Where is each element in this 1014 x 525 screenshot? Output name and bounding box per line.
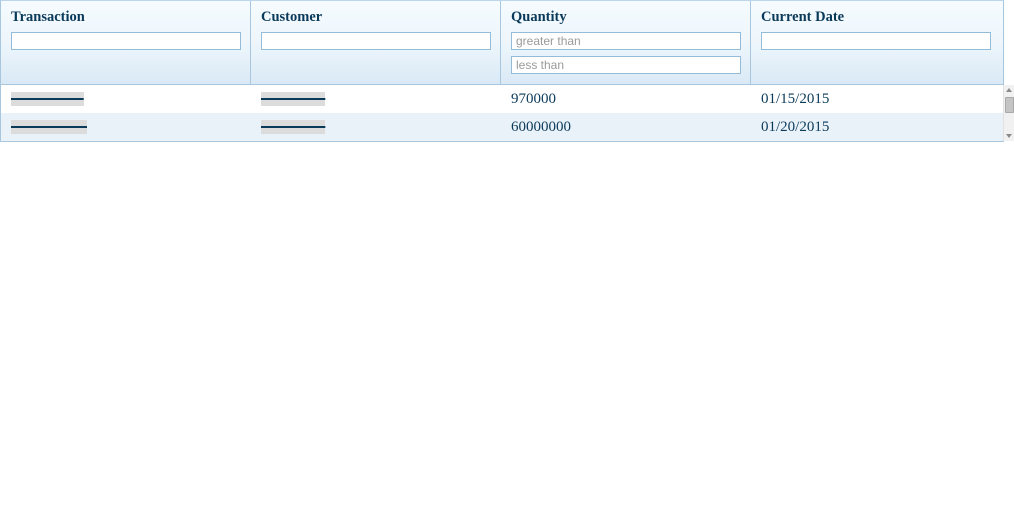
cell-quantity: 970000 [501, 91, 751, 108]
column-header-transaction[interactable]: Transaction [1, 1, 251, 84]
cell-current-date: 01/15/2015 [751, 91, 1003, 108]
redacted-value: GG32WW0 [11, 120, 87, 134]
table-row[interactable]: GG34VW0 RR57Q60 970000 01/15/2015 [1, 85, 1003, 113]
filter-input-current-date[interactable] [761, 32, 991, 50]
cell-customer: RR47Q60 [251, 120, 501, 134]
column-header-quantity[interactable]: Quantity [501, 1, 751, 84]
data-grid: Transaction Customer Quantity Current Da… [0, 0, 1004, 142]
grid-header-row: Transaction Customer Quantity Current Da… [1, 1, 1003, 85]
filter-input-quantity-gt[interactable] [511, 32, 741, 50]
table-row[interactable]: GG32WW0 RR47Q60 60000000 01/20/2015 [1, 113, 1003, 141]
column-header-current-date[interactable]: Current Date [751, 1, 1003, 84]
scroll-up-icon[interactable] [1006, 88, 1012, 92]
scroll-thumb[interactable] [1005, 97, 1014, 113]
grid-body: GG34VW0 RR57Q60 970000 01/15/2015 GG32WW… [1, 85, 1003, 141]
column-label: Transaction [11, 9, 240, 26]
cell-transaction: GG34VW0 [1, 92, 251, 106]
cell-current-date: 01/20/2015 [751, 119, 1003, 136]
cell-quantity: 60000000 [501, 119, 751, 136]
cell-transaction: GG32WW0 [1, 120, 251, 134]
cell-customer: RR57Q60 [251, 92, 501, 106]
column-label: Customer [261, 9, 490, 26]
column-label: Quantity [511, 9, 740, 26]
scroll-down-icon[interactable] [1006, 134, 1012, 138]
column-header-customer[interactable]: Customer [251, 1, 501, 84]
filter-input-customer[interactable] [261, 32, 491, 50]
redacted-value: GG34VW0 [11, 92, 84, 106]
filter-input-quantity-lt[interactable] [511, 56, 741, 74]
filter-input-transaction[interactable] [11, 32, 241, 50]
redacted-value: RR57Q60 [261, 92, 325, 106]
redacted-value: RR47Q60 [261, 120, 325, 134]
vertical-scrollbar[interactable] [1003, 85, 1014, 141]
column-label: Current Date [761, 9, 993, 26]
